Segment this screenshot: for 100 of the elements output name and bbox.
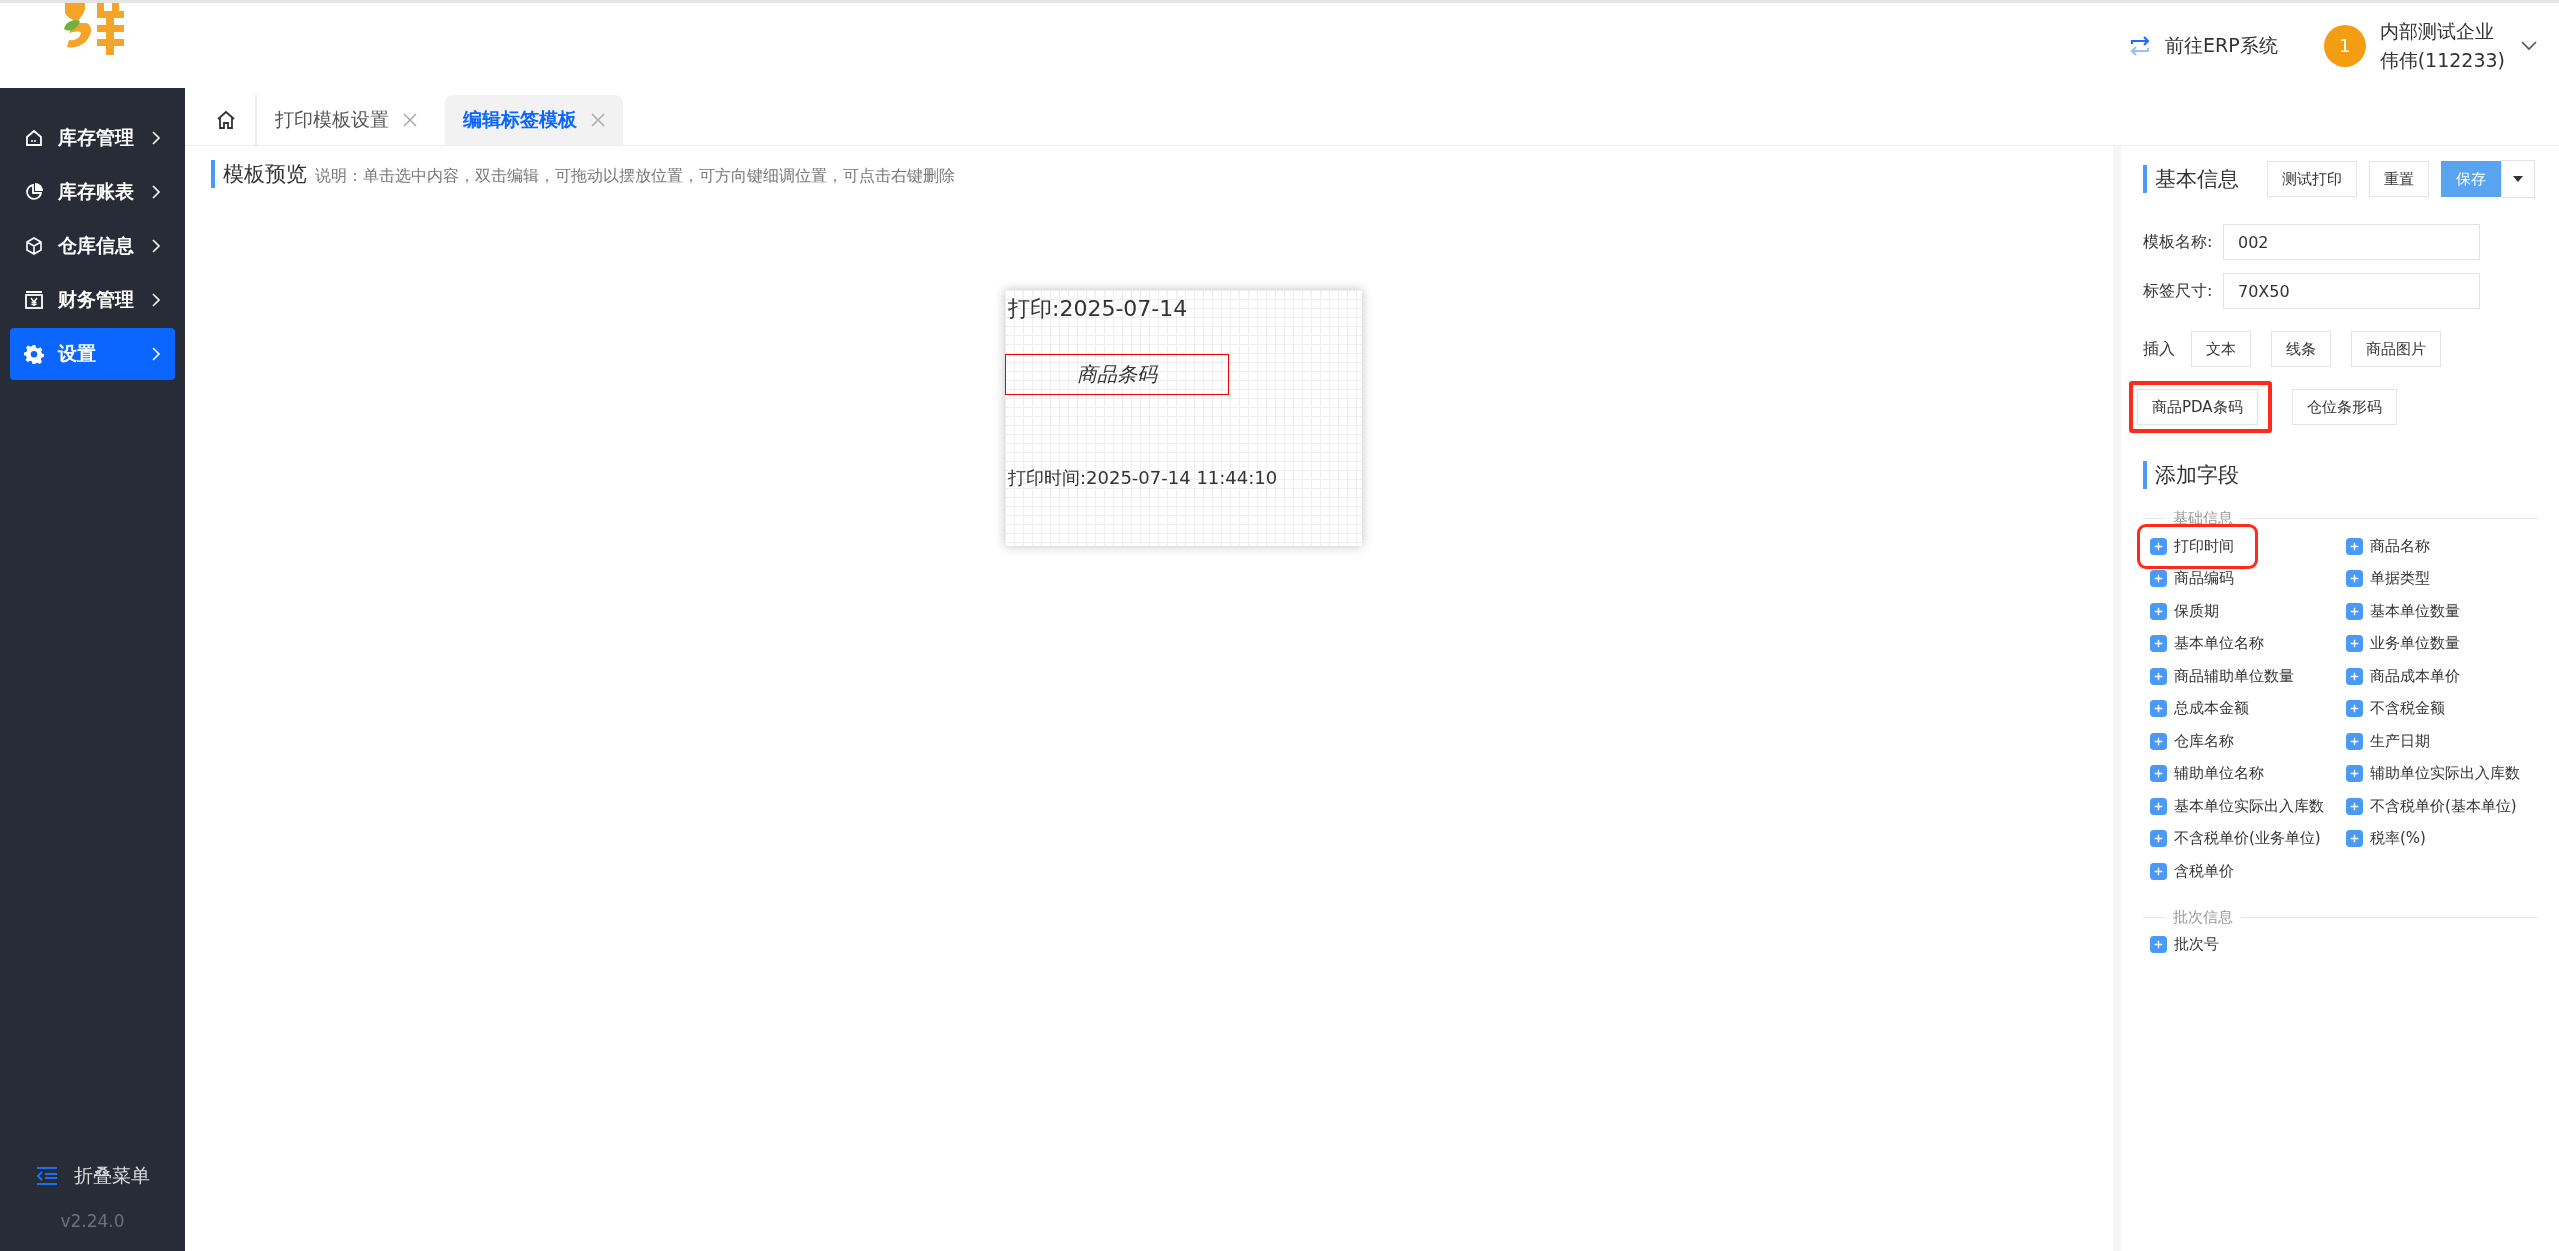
plus-icon bbox=[2150, 765, 2167, 783]
settings-icon bbox=[24, 344, 44, 364]
label-text[interactable]: 打印时间:2025-07-14 11:44:10 bbox=[1008, 466, 1278, 490]
plus-icon bbox=[2346, 797, 2363, 815]
toolbar-button[interactable]: 重置 bbox=[2369, 161, 2429, 197]
field-label: 模板名称: bbox=[2143, 231, 2214, 253]
field-option[interactable]: 单据类型 bbox=[2339, 562, 2430, 595]
plus-icon bbox=[2150, 570, 2167, 588]
sidebar-item-label[interactable]: 库存账表 bbox=[58, 179, 137, 205]
insert-button[interactable]: 商品PDA条码 bbox=[2137, 389, 2258, 425]
insert-button[interactable]: 仓位条形码 bbox=[2291, 389, 2397, 425]
toolbar-button[interactable]: 测试打印 bbox=[2267, 161, 2357, 197]
user-name: 伟伟(112233) bbox=[2379, 47, 2505, 73]
swap-arrows-icon bbox=[2128, 34, 2151, 57]
plus-icon bbox=[2150, 797, 2167, 815]
field-option[interactable]: 业务单位数量 bbox=[2339, 627, 2460, 660]
tab[interactable]: 打印模板设置 bbox=[255, 95, 435, 145]
cube-icon bbox=[24, 236, 44, 256]
plus-icon bbox=[2346, 830, 2363, 848]
plus-icon bbox=[2346, 700, 2363, 718]
input-field[interactable]: 002 bbox=[2223, 224, 2480, 260]
field-option[interactable]: 基本单位数量 bbox=[2339, 595, 2460, 628]
plus-icon bbox=[2346, 537, 2363, 555]
section-title: 基本信息 bbox=[2143, 165, 2239, 193]
plus-icon bbox=[2150, 936, 2167, 954]
input-field[interactable]: 70X50 bbox=[2223, 273, 2480, 309]
sidebar-item[interactable]: 财务管理 bbox=[10, 274, 175, 326]
field-option[interactable]: 商品名称 bbox=[2339, 530, 2430, 563]
chevron-down-icon[interactable] bbox=[2521, 40, 2537, 51]
collapse-menu-button[interactable]: 折叠菜单 bbox=[0, 1163, 185, 1189]
plus-icon bbox=[2346, 765, 2363, 783]
field-option[interactable]: 总成本金额 bbox=[2143, 692, 2249, 725]
field-option[interactable]: 含税单价 bbox=[2143, 855, 2234, 888]
field-option[interactable]: 批次号 bbox=[2143, 928, 2219, 961]
field-option[interactable]: 商品辅助单位数量 bbox=[2143, 660, 2294, 693]
field-option[interactable]: 打印时间 bbox=[2143, 530, 2252, 563]
chevron-right-icon bbox=[151, 292, 161, 308]
field-option[interactable]: 辅助单位名称 bbox=[2143, 757, 2264, 790]
label-text[interactable]: 打印:2025-07-14 bbox=[1008, 294, 1188, 324]
sidebar-item[interactable]: 设置 bbox=[10, 328, 175, 380]
field-option[interactable]: 基本单位实际出入库数 bbox=[2143, 790, 2324, 823]
plus-icon bbox=[2150, 830, 2167, 848]
barcode-placeholder[interactable]: 商品条码 bbox=[1005, 354, 1229, 395]
caret-icon bbox=[2513, 176, 2523, 182]
tab[interactable]: 编辑标签模板 bbox=[445, 95, 623, 145]
insert-button[interactable]: 线条 bbox=[2271, 331, 2331, 367]
label-canvas[interactable]: 打印:2025-07-14 商品条码 打印时间:2025-07-14 11:44:10 bbox=[1005, 290, 1362, 546]
plus-icon bbox=[2150, 537, 2167, 555]
field-option[interactable]: 保质期 bbox=[2143, 595, 2219, 628]
company-name: 内部测试企业 bbox=[2379, 18, 2495, 44]
sidebar-item[interactable]: 库存账表 bbox=[10, 166, 175, 218]
plus-icon bbox=[2150, 635, 2167, 653]
home-icon[interactable] bbox=[216, 110, 236, 130]
plus-icon bbox=[2150, 667, 2167, 685]
collapse-menu-label[interactable]: 折叠菜单 bbox=[73, 1163, 150, 1189]
chevron-right-icon bbox=[151, 130, 161, 146]
field-option[interactable]: 税率(%) bbox=[2339, 822, 2426, 855]
field-label: 标签尺寸: bbox=[2143, 280, 2214, 302]
field-option[interactable]: 不含税单价(基本单位) bbox=[2339, 790, 2517, 823]
field-option[interactable]: 辅助单位实际出入库数 bbox=[2339, 757, 2520, 790]
sidebar-item-label[interactable]: 仓库信息 bbox=[58, 233, 137, 259]
chevron-right-icon bbox=[151, 238, 161, 254]
plus-icon bbox=[2150, 602, 2167, 620]
section-title: 添加字段 bbox=[2143, 461, 2239, 489]
section-title: 模板预览 bbox=[211, 160, 307, 188]
field-option[interactable]: 生产日期 bbox=[2339, 725, 2430, 758]
erp-link[interactable]: 前往ERP系统 bbox=[2128, 32, 2278, 59]
plus-icon bbox=[2346, 602, 2363, 620]
erp-link-text[interactable]: 前往ERP系统 bbox=[2164, 32, 2278, 59]
chevron-right-icon bbox=[151, 346, 161, 362]
field-option[interactable]: 基本单位名称 bbox=[2143, 627, 2264, 660]
plus-icon bbox=[2346, 570, 2363, 588]
insert-button[interactable]: 商品图片 bbox=[2351, 331, 2441, 367]
yen-box-icon bbox=[24, 290, 44, 310]
group-title: 批次信息 bbox=[2173, 907, 2233, 927]
plus-icon bbox=[2150, 732, 2167, 750]
plus-icon bbox=[2346, 635, 2363, 653]
field-option[interactable]: 商品编码 bbox=[2143, 562, 2234, 595]
version-text: v2.24.0 bbox=[59, 1211, 126, 1231]
insert-button[interactable]: 文本 bbox=[2191, 331, 2251, 367]
field-option[interactable]: 商品成本单价 bbox=[2339, 660, 2460, 693]
sidebar-item-label[interactable]: 库存管理 bbox=[58, 125, 137, 151]
insert-label: 插入 bbox=[2143, 338, 2175, 360]
sidebar-item-label[interactable]: 财务管理 bbox=[58, 287, 137, 313]
hint-text: 说明：单击选中内容，双击编辑，可拖动以摆放位置，可方向键细调位置，可点击右键删除 bbox=[315, 166, 955, 187]
plus-icon bbox=[2150, 700, 2167, 718]
plus-icon bbox=[2346, 667, 2363, 685]
sidebar-item-label[interactable]: 设置 bbox=[58, 341, 137, 367]
house-icon bbox=[24, 128, 44, 148]
field-option[interactable]: 仓库名称 bbox=[2143, 725, 2234, 758]
field-option[interactable]: 不含税单价(业务单位) bbox=[2143, 822, 2321, 855]
plus-icon bbox=[2346, 732, 2363, 750]
pie-chart-icon bbox=[24, 182, 44, 202]
collapse-menu-icon bbox=[35, 1167, 58, 1185]
dropdown-button[interactable] bbox=[2501, 160, 2535, 198]
chevron-right-icon bbox=[151, 184, 161, 200]
sidebar-item[interactable]: 库存管理 bbox=[10, 112, 175, 164]
sidebar-item[interactable]: 仓库信息 bbox=[10, 220, 175, 272]
field-option[interactable]: 不含税金额 bbox=[2339, 692, 2445, 725]
plus-icon bbox=[2150, 862, 2167, 880]
